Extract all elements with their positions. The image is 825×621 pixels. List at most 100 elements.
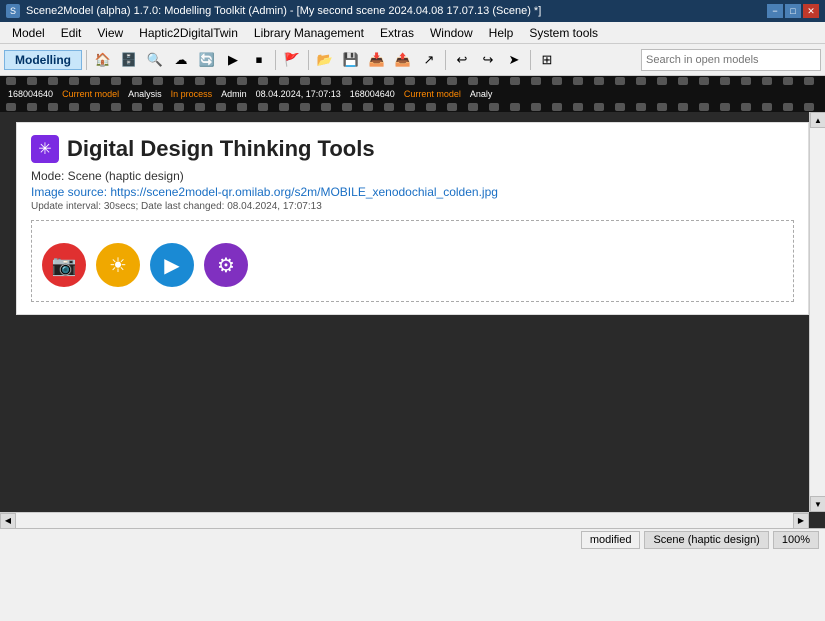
- mode-line: Mode: Scene (haptic design): [31, 169, 794, 183]
- fs-analysis2: Analy: [465, 89, 493, 99]
- toolbar-import-button[interactable]: 📥: [365, 48, 389, 72]
- film-hole: [657, 77, 667, 85]
- film-hole: [279, 77, 289, 85]
- film-hole: [678, 77, 688, 85]
- fs-id-value: 168004640: [8, 89, 53, 99]
- film-hole: [447, 103, 457, 111]
- film-hole: [741, 103, 751, 111]
- film-hole: [720, 103, 730, 111]
- toolbar-db-button[interactable]: 🗄️: [117, 48, 141, 72]
- close-button[interactable]: ✕: [803, 4, 819, 18]
- menu-window[interactable]: Window: [422, 24, 481, 42]
- fs-admin: Admin: [216, 89, 247, 99]
- toolbar-cloud-button[interactable]: ☁: [169, 48, 193, 72]
- film-hole: [552, 103, 562, 111]
- film-hole: [531, 77, 541, 85]
- film-hole: [153, 103, 163, 111]
- menu-edit[interactable]: Edit: [53, 24, 90, 42]
- minimize-button[interactable]: −: [767, 4, 783, 18]
- menu-help[interactable]: Help: [481, 24, 522, 42]
- film-hole: [804, 103, 814, 111]
- film-hole: [69, 103, 79, 111]
- play-button[interactable]: ▶: [150, 243, 194, 287]
- toolbar-refresh-button[interactable]: 🔄: [195, 48, 219, 72]
- search-input[interactable]: [646, 54, 816, 66]
- menu-haptic2digitaltwin[interactable]: Haptic2DigitalTwin: [131, 24, 246, 42]
- film-hole: [90, 77, 100, 85]
- toolbar-undo-button[interactable]: ↩: [450, 48, 474, 72]
- film-hole: [741, 77, 751, 85]
- scroll-up-button[interactable]: ▲: [810, 112, 825, 128]
- scroll-down-button[interactable]: ▼: [810, 496, 825, 512]
- film-hole: [363, 77, 373, 85]
- app-icon-symbol: ✳: [38, 139, 51, 159]
- separator-3: [308, 50, 309, 70]
- sun-button[interactable]: ☀: [96, 243, 140, 287]
- film-hole: [321, 103, 331, 111]
- menu-view[interactable]: View: [89, 24, 131, 42]
- film-hole: [762, 77, 772, 85]
- canvas-area: ✳ Digital Design Thinking Tools Mode: Sc…: [16, 122, 809, 315]
- horizontal-scrollbar[interactable]: ◀ ▶: [0, 512, 809, 528]
- image-source-line[interactable]: Image source: https://scene2model-qr.omi…: [31, 185, 794, 199]
- film-hole: [6, 103, 16, 111]
- menu-bar: Model Edit View Haptic2DigitalTwin Libra…: [0, 22, 825, 44]
- settings-icon: ⚙: [217, 253, 235, 278]
- restore-button[interactable]: □: [785, 4, 801, 18]
- mode-badge: Modelling: [4, 50, 82, 70]
- film-hole: [510, 103, 520, 111]
- toolbar-grid-button[interactable]: ⊞: [535, 48, 559, 72]
- film-hole: [258, 103, 268, 111]
- fs-current-model-label2: Current model: [399, 89, 461, 99]
- app-icon: S: [6, 4, 20, 18]
- film-hole: [258, 77, 268, 85]
- film-hole: [342, 103, 352, 111]
- film-hole: [531, 103, 541, 111]
- film-hole: [573, 103, 583, 111]
- camera-button[interactable]: 📷: [42, 243, 86, 287]
- film-hole: [237, 77, 247, 85]
- film-hole: [342, 77, 352, 85]
- film-hole: [699, 103, 709, 111]
- film-hole: [783, 103, 793, 111]
- title-bar: S Scene2Model (alpha) 1.7.0: Modelling T…: [0, 0, 825, 22]
- film-hole: [510, 77, 520, 85]
- toolbar-redo-button[interactable]: ↪: [476, 48, 500, 72]
- film-hole: [468, 103, 478, 111]
- film-hole: [279, 103, 289, 111]
- film-hole: [195, 103, 205, 111]
- menu-library-management[interactable]: Library Management: [246, 24, 372, 42]
- menu-model[interactable]: Model: [4, 24, 53, 42]
- fs-datetime: 08.04.2024, 17:07:13: [251, 89, 341, 99]
- toolbar-home-button[interactable]: 🏠: [91, 48, 115, 72]
- settings-button[interactable]: ⚙: [204, 243, 248, 287]
- separator-2: [275, 50, 276, 70]
- toolbar-export-button[interactable]: 📤: [391, 48, 415, 72]
- fs-in-process: In process: [166, 89, 213, 99]
- toolbar-open-button[interactable]: 📂: [313, 48, 337, 72]
- fs-current-model-label: Current model: [57, 89, 119, 99]
- vertical-scrollbar[interactable]: ▲ ▼: [809, 112, 825, 512]
- scroll-track: [810, 128, 825, 496]
- toolbar-save-button[interactable]: 💾: [339, 48, 363, 72]
- fs-analysis: Analysis: [123, 89, 162, 99]
- film-hole: [132, 103, 142, 111]
- film-hole: [447, 77, 457, 85]
- film-hole: [321, 77, 331, 85]
- film-hole: [111, 77, 121, 85]
- toolbar-share-button[interactable]: ↗: [417, 48, 441, 72]
- film-hole: [300, 103, 310, 111]
- menu-extras[interactable]: Extras: [372, 24, 422, 42]
- toolbar-arrow-button[interactable]: ➤: [502, 48, 526, 72]
- film-hole: [237, 103, 247, 111]
- scroll-left-button[interactable]: ◀: [0, 513, 16, 529]
- toolbar-play-button[interactable]: ▶: [221, 48, 245, 72]
- menu-system-tools[interactable]: System tools: [521, 24, 606, 42]
- scroll-right-button[interactable]: ▶: [793, 513, 809, 529]
- toolbar-stop-button[interactable]: ⏹: [247, 48, 271, 72]
- film-hole: [27, 77, 37, 85]
- toolbar-search-button[interactable]: 🔍: [143, 48, 167, 72]
- search-box[interactable]: [641, 49, 821, 71]
- toolbar-flag-button[interactable]: 🚩: [280, 48, 304, 72]
- app-title-row: ✳ Digital Design Thinking Tools: [31, 135, 794, 163]
